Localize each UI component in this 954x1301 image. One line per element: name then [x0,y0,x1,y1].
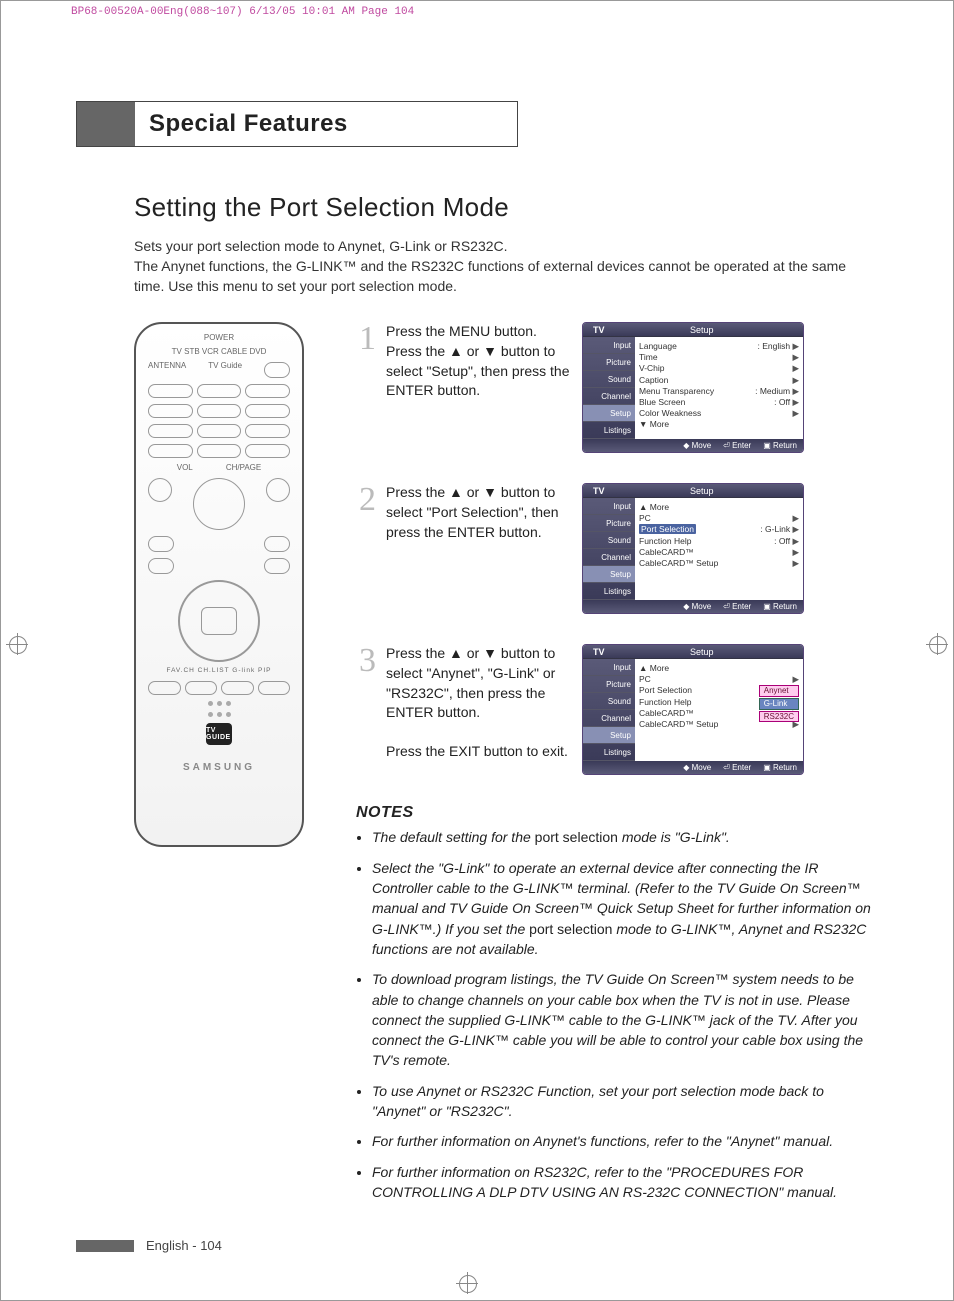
mode-button [264,362,290,378]
source-button [266,478,290,502]
notes-heading: NOTES [356,805,876,821]
step-text: Press the ▲ or ▼ button to select "Port … [386,483,572,614]
note-item: Select the "G-Link" to operate an extern… [372,858,876,959]
registration-mark-right [926,633,948,655]
step-number: 3 [356,644,376,775]
osd-screenshot: TVSetup InputPictureSoundChannelSetupLis… [582,483,804,614]
registration-mark-bottom [456,1272,478,1294]
note-item: For further information on Anynet's func… [372,1131,876,1151]
step-text: Press the ▲ or ▼ button to select "Anyne… [386,644,572,775]
enter-button [201,607,237,635]
step-number: 2 [356,483,376,614]
section-title: Setting the Port Selection Mode [134,193,876,222]
osd-screenshot: TVSetup InputPictureSoundChannelSetupLis… [582,322,804,453]
step: 2 Press the ▲ or ▼ button to select "Por… [356,483,876,614]
notes-section: NOTES The default setting for the port s… [356,805,876,1202]
dpad-ring [178,580,260,662]
step: 3 Press the ▲ or ▼ button to select "Any… [356,644,876,775]
notes-list: The default setting for the port selecti… [356,827,876,1202]
intro-text: Sets your port selection mode to Anynet,… [134,236,854,297]
note-item: To download program listings, the TV Gui… [372,969,876,1070]
page-footer: English - 104 [76,1239,222,1252]
step-text: Press the MENU button. Press the ▲ or ▼ … [386,322,572,453]
prech-button [245,444,290,458]
osd-screenshot: TVSetup InputPictureSoundChannelSetupLis… [582,644,804,775]
chapter-title-bar: Special Features [76,101,518,147]
note-item: The default setting for the port selecti… [372,827,876,847]
note-item: To use Anynet or RS232C Function, set yo… [372,1081,876,1122]
mute-button [148,478,172,502]
step: 1 Press the MENU button. Press the ▲ or … [356,322,876,453]
remote-illustration: POWER TV STB VCR CABLE DVD ANTENNATV Gui… [134,322,304,847]
brand-logo: SAMSUNG [183,763,255,773]
print-slug: BP68-00520A-00Eng(088~107) 6/13/05 10:01… [71,7,414,18]
tvguide-logo: TV GUIDE [206,723,232,745]
registration-mark-left [6,633,28,655]
note-item: For further information on RS232C, refer… [372,1162,876,1203]
manual-page: BP68-00520A-00Eng(088~107) 6/13/05 10:01… [0,0,954,1301]
step-number: 1 [356,322,376,453]
chapter-title: Special Features [135,102,517,146]
